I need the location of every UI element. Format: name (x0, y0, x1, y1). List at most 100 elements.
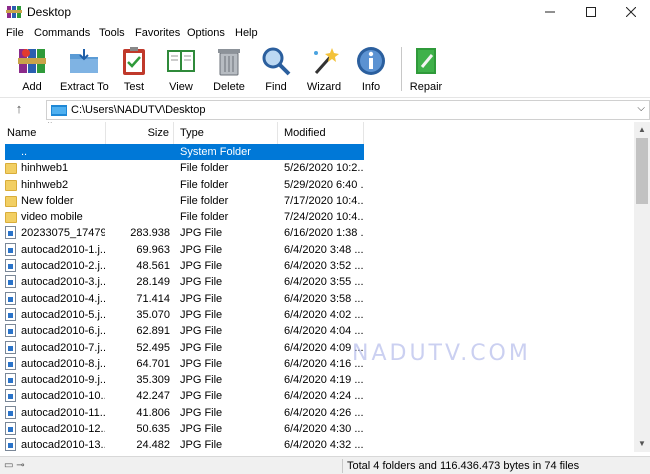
table-row[interactable]: autocad2010-1.j... 69.963 JPG File 6/4/2020… (0, 242, 634, 258)
sort-ascending-icon: ^ (48, 122, 52, 128)
file-type: JPG File (180, 325, 223, 338)
table-row[interactable]: autocad2010-12.... 50.635 JPG File 6/4/2020… (0, 421, 634, 437)
magnifier-icon (262, 47, 291, 76)
file-modified (278, 144, 364, 160)
file-type: JPG File (180, 292, 223, 305)
file-type: JPG File (180, 423, 223, 436)
file-name: autocad2010-7.j... (21, 341, 105, 354)
file-name: autocad2010-10.... (21, 390, 105, 403)
info-button[interactable]: Info (355, 45, 387, 95)
folder-icon (5, 160, 19, 176)
column-header-type[interactable]: Type (174, 122, 278, 144)
file-size: 69.963 (136, 243, 170, 256)
test-clipboard-icon (123, 47, 145, 75)
drive-icon (51, 105, 67, 116)
add-button[interactable]: Add (14, 45, 50, 95)
table-row[interactable]: autocad2010-9.j... 35.309 JPG File 6/4/2020… (0, 372, 634, 388)
table-row[interactable]: autocad2010-6.j... 62.891 JPG File 6/4/2020… (0, 323, 634, 339)
file-type: File folder (180, 162, 229, 175)
file-modified: 6/4/2020 4:19 ... (284, 374, 364, 387)
magic-wand-icon (314, 48, 339, 74)
file-name: autocad2010-12.... (21, 423, 105, 436)
table-row[interactable]: hinhweb2 File folder 5/29/2020 6:40 ... (0, 177, 634, 193)
up-arrow-button[interactable]: ↑ (9, 101, 29, 119)
status-bar: ▭ ⊸ Total 4 folders and 116.436.473 byte… (0, 456, 650, 474)
file-name: autocad2010-6.j... (21, 325, 105, 338)
maximize-button[interactable] (573, 0, 609, 24)
test-button[interactable]: Test (117, 45, 151, 95)
table-row[interactable]: autocad2010-7.j... 52.495 JPG File 6/4/2020… (0, 340, 634, 356)
close-button[interactable] (613, 0, 649, 24)
file-name: hinhweb2 (21, 178, 69, 191)
file-size: 35.309 (136, 374, 170, 387)
wizard-button[interactable]: Wizard (305, 45, 343, 95)
table-row[interactable]: autocad2010-13.... 24.482 JPG File 6/4/2020… (0, 437, 634, 452)
menu-tools[interactable]: Tools (99, 27, 125, 39)
extract-to-button[interactable]: Extract To (60, 45, 109, 95)
view-label: View (169, 81, 193, 93)
repair-button[interactable]: Repair (408, 45, 444, 95)
table-row[interactable]: autocad2010-4.j... 71.414 JPG File 6/4/2020… (0, 291, 634, 307)
table-row[interactable]: New folder File folder 7/17/2020 10:4... (0, 193, 634, 209)
table-row[interactable]: autocad2010-5.j... 35.070 JPG File 6/4/2020… (0, 307, 634, 323)
table-row[interactable]: autocad2010-10.... 42.247 JPG File 6/4/2020… (0, 388, 634, 404)
image-file-icon (5, 307, 19, 323)
column-header-modified[interactable]: Modified (278, 122, 364, 144)
file-modified: 6/4/2020 3:58 ... (284, 292, 364, 305)
table-row[interactable]: hinhweb1 File folder 5/26/2020 10:2... (0, 160, 634, 176)
scroll-thumb[interactable] (636, 138, 648, 204)
menu-file[interactable]: File (6, 27, 24, 39)
close-icon (626, 7, 636, 17)
chevron-down-icon[interactable]: ⌵ (637, 103, 645, 114)
minimize-button[interactable] (532, 0, 568, 24)
table-row[interactable]: autocad2010-2.j... 48.561 JPG File 6/4/2020… (0, 258, 634, 274)
file-type: File folder (180, 178, 229, 191)
trash-icon (218, 49, 240, 76)
view-button[interactable]: View (163, 45, 199, 95)
file-list: ^ Name Size Type Modified .. System Folde… (0, 122, 650, 452)
file-size: 50.635 (136, 423, 170, 436)
file-modified: 7/24/2020 10:4... (284, 211, 364, 224)
repair-label: Repair (409, 81, 443, 93)
file-size: 52.495 (136, 341, 170, 354)
table-row[interactable]: video mobile File folder 7/24/2020 10:4... (0, 209, 634, 225)
file-type: JPG File (180, 439, 223, 452)
table-row[interactable]: autocad2010-8.j... 64.701 JPG File 6/4/2020… (0, 356, 634, 372)
image-file-icon (5, 340, 19, 356)
find-label: Find (265, 81, 287, 93)
title-bar: Desktop (0, 0, 650, 24)
folder-icon (5, 193, 19, 209)
info-icon (357, 47, 385, 75)
file-size: 42.247 (136, 390, 170, 403)
table-row[interactable]: 20233075_17479... 283.938 JPG File 6/16/202… (0, 225, 634, 241)
file-type: System Folder (174, 144, 278, 160)
find-button[interactable]: Find (259, 45, 293, 95)
file-size: 71.414 (136, 292, 170, 305)
file-name: autocad2010-1.j... (21, 243, 105, 256)
table-row[interactable]: .. System Folder (0, 144, 634, 160)
scroll-up-icon[interactable]: ▲ (634, 122, 650, 138)
path-combobox[interactable]: C:\Users\NADUTV\Desktop ⌵ (46, 100, 650, 120)
vertical-scrollbar[interactable]: ▲ ▼ (634, 122, 650, 452)
column-header-size[interactable]: Size (106, 122, 174, 144)
column-header-name[interactable]: ^ Name (0, 122, 106, 144)
image-file-icon (5, 356, 19, 372)
table-row[interactable]: autocad2010-11.... 41.806 JPG File 6/4/2020… (0, 405, 634, 421)
file-type: File folder (180, 211, 229, 224)
file-modified: 6/4/2020 4:04 ... (284, 325, 364, 338)
menu-help[interactable]: Help (235, 27, 258, 39)
image-file-icon (5, 274, 19, 290)
scroll-down-icon[interactable]: ▼ (634, 436, 650, 452)
image-file-icon (5, 242, 19, 258)
file-name: autocad2010-4.j... (21, 292, 105, 305)
image-file-icon (5, 437, 19, 452)
address-bar: ↑ C:\Users\NADUTV\Desktop ⌵ (0, 97, 650, 121)
file-modified: 6/4/2020 4:30 ... (284, 423, 364, 436)
delete-button[interactable]: Delete (210, 45, 248, 95)
menu-commands[interactable]: Commands (34, 27, 90, 39)
menu-favorites[interactable]: Favorites (135, 27, 180, 39)
folder-icon (5, 177, 19, 193)
menu-options[interactable]: Options (187, 27, 225, 39)
file-type: JPG File (180, 357, 223, 370)
table-row[interactable]: autocad2010-3.j... 28.149 JPG File 6/4/2020… (0, 274, 634, 290)
